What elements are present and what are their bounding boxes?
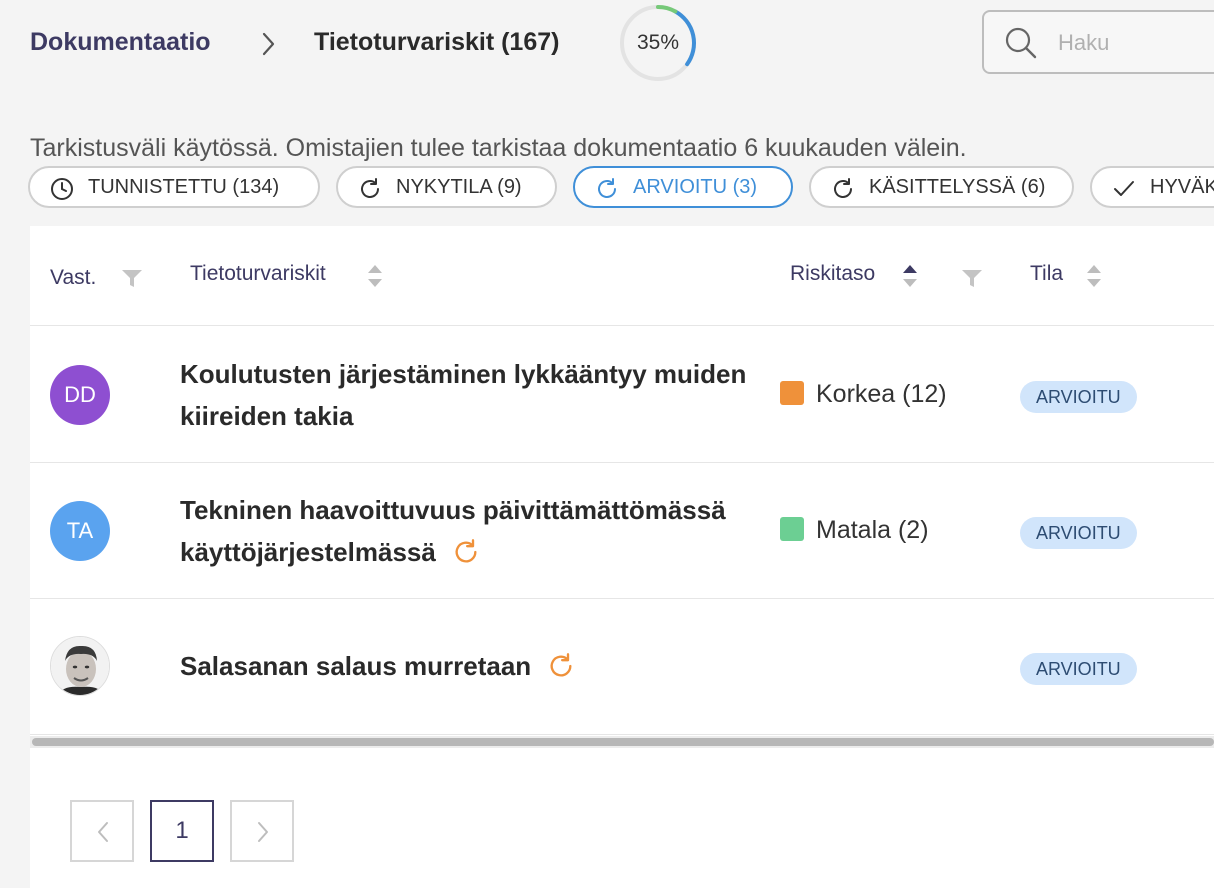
sort-ascending-icon[interactable]: [902, 263, 918, 289]
risk-level-swatch: [780, 381, 804, 405]
filter-chip-label: HYVÄK: [1150, 176, 1214, 198]
risk-level: Matala (2): [780, 516, 929, 545]
progress-ring: 35%: [618, 3, 698, 83]
status-badge: ARVIOITU: [1020, 381, 1137, 413]
table-row[interactable]: TA Tekninen haavoittuvuus päivittämättöm…: [30, 463, 1214, 599]
filter-chip-kasittelyssa[interactable]: KÄSITTELYSSÄ (6): [809, 166, 1074, 208]
pagination-next-button[interactable]: [230, 800, 294, 862]
risk-title[interactable]: Salasanan salaus murretaan: [180, 645, 770, 687]
pagination-page-button[interactable]: 1: [150, 800, 214, 862]
refresh-icon: [595, 176, 619, 200]
filter-funnel-icon[interactable]: [121, 267, 143, 289]
check-icon: [1112, 176, 1136, 200]
chevron-left-icon: [98, 822, 108, 842]
filter-chip-arvioitu[interactable]: ARVIOITU (3): [573, 166, 793, 208]
filter-funnel-icon[interactable]: [961, 267, 983, 289]
chevron-right-icon: [258, 822, 268, 842]
page-header: Dokumentaatio Tietoturvariskit (167) 35%: [0, 0, 1214, 100]
search-box[interactable]: [982, 10, 1214, 74]
page-number: 1: [175, 817, 189, 844]
risk-table-panel: Vast. Tietoturvariskit Riskitaso Tila DD…: [30, 226, 1214, 888]
avatar-photo: [50, 636, 110, 696]
avatar: DD: [50, 365, 110, 425]
review-due-refresh-icon: [452, 536, 480, 564]
horizontal-scrollbar[interactable]: [30, 736, 1214, 748]
filter-chip-tunnistettu[interactable]: TUNNISTETTU (134): [28, 166, 320, 208]
refresh-icon: [831, 176, 855, 200]
risk-title-text: Salasanan salaus murretaan: [180, 651, 532, 681]
status-badge: ARVIOITU: [1020, 517, 1137, 549]
filter-chip-label: TUNNISTETTU (134): [88, 176, 280, 198]
table-row[interactable]: Salasanan salaus murretaan ARVIOITU: [30, 599, 1214, 735]
status-badge: ARVIOITU: [1020, 653, 1137, 685]
status-filter-bar: TUNNISTETTU (134) NYKYTILA (9) ARVIOITU …: [28, 166, 1214, 210]
risk-title-text: Koulutusten järjestäminen lykkääntyy mui…: [180, 359, 747, 431]
refresh-icon: [358, 176, 382, 200]
chevron-right-icon: [258, 30, 278, 58]
table-row[interactable]: DD Koulutusten järjestäminen lykkääntyy …: [30, 327, 1214, 463]
review-due-refresh-icon: [547, 650, 575, 678]
filter-chip-nykytila[interactable]: NYKYTILA (9): [336, 166, 557, 208]
page-title: Tietoturvariskit (167): [314, 28, 560, 56]
column-header-level[interactable]: Riskitaso: [790, 262, 875, 286]
clock-icon: [50, 176, 74, 200]
risk-level-label: Matala (2): [816, 516, 929, 544]
risk-level-label: Korkea (12): [816, 380, 947, 408]
pagination-prev-button[interactable]: [70, 800, 134, 862]
search-input[interactable]: [1058, 24, 1214, 62]
filter-chip-label: ARVIOITU (3): [633, 176, 758, 198]
risk-title[interactable]: Tekninen haavoittuvuus päivittämättömäss…: [180, 489, 770, 573]
table-header: Vast. Tietoturvariskit Riskitaso Tila: [30, 226, 1214, 326]
search-icon: [1004, 26, 1038, 60]
risk-level-swatch: [780, 517, 804, 541]
avatar: TA: [50, 501, 110, 561]
breadcrumb-root-link[interactable]: Dokumentaatio: [30, 28, 211, 57]
risk-title[interactable]: Koulutusten järjestäminen lykkääntyy mui…: [180, 353, 770, 437]
progress-label: 35%: [636, 31, 680, 54]
column-header-risk[interactable]: Tietoturvariskit: [190, 262, 326, 286]
filter-chip-hyvaksytty[interactable]: HYVÄK: [1090, 166, 1214, 208]
filter-chip-label: KÄSITTELYSSÄ (6): [869, 176, 1046, 198]
sort-icon[interactable]: [367, 263, 383, 289]
review-interval-notice: Tarkistusväli käytössä. Omistajien tulee…: [30, 134, 967, 162]
column-header-owner[interactable]: Vast.: [50, 266, 96, 290]
sort-icon[interactable]: [1086, 263, 1102, 289]
scrollbar-thumb[interactable]: [32, 738, 1214, 746]
filter-chip-label: NYKYTILA (9): [396, 176, 522, 198]
risk-level: Korkea (12): [780, 380, 947, 409]
column-header-status[interactable]: Tila: [1030, 262, 1063, 286]
